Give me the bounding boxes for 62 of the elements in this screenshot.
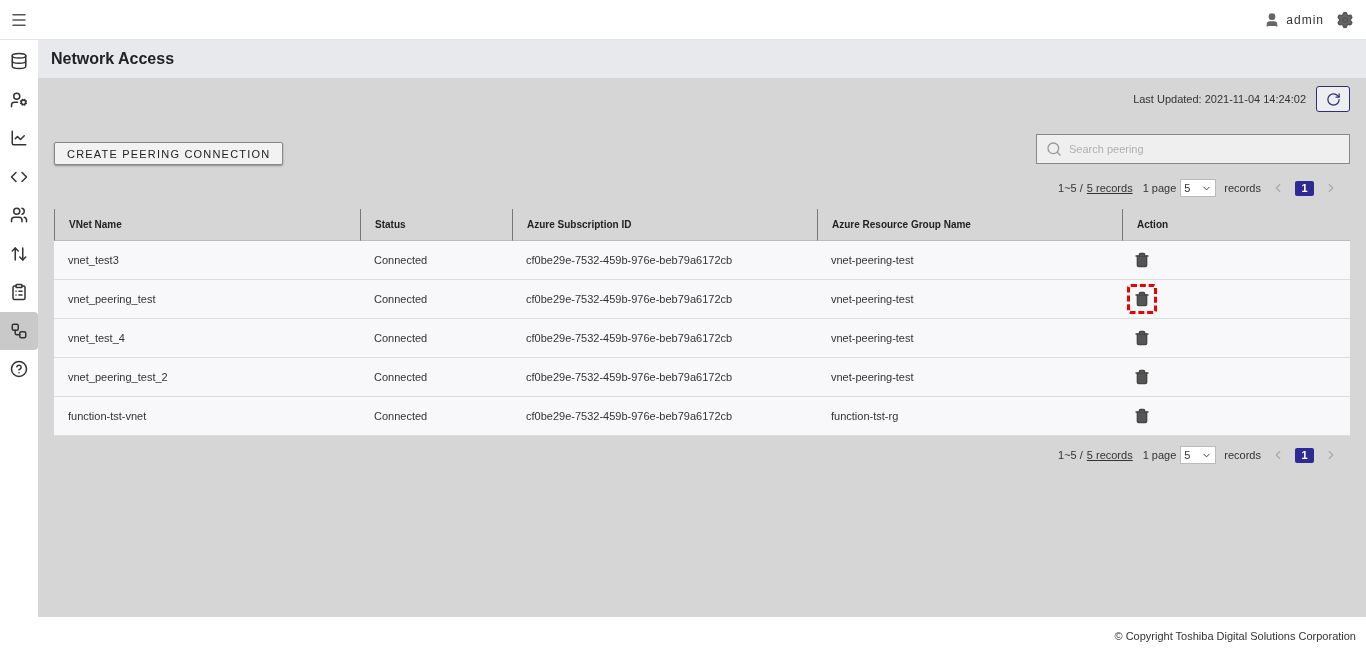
page-title: Network Access bbox=[51, 50, 175, 68]
table-cell: cf0be29e-7532-459b-976e-beb79a6172cb bbox=[512, 319, 817, 358]
table-cell: vnet_test_4 bbox=[54, 319, 360, 358]
user-gear-icon bbox=[10, 90, 28, 109]
table-cell: function-tst-vnet bbox=[54, 397, 360, 436]
column-header: Azure Resource Group Name bbox=[817, 209, 1122, 241]
table-cell: cf0be29e-7532-459b-976e-beb79a6172cb bbox=[512, 241, 817, 280]
column-header: Action bbox=[1122, 209, 1350, 241]
trash-icon bbox=[1134, 369, 1150, 385]
table-cell: Connected bbox=[360, 397, 512, 436]
column-header: Azure Subscription ID bbox=[512, 209, 817, 241]
create-peering-connection-button[interactable]: CREATE PEERING CONNECTION bbox=[54, 142, 284, 165]
table-cell: Connected bbox=[360, 319, 512, 358]
records-label: records bbox=[1224, 449, 1261, 461]
up-down-arrows-icon bbox=[10, 244, 28, 263]
refresh-button[interactable] bbox=[1316, 86, 1350, 112]
trash-icon bbox=[1134, 408, 1150, 424]
column-header: VNet Name bbox=[54, 209, 360, 241]
line-chart-icon bbox=[10, 129, 28, 148]
column-header: Status bbox=[360, 209, 512, 241]
settings-button[interactable] bbox=[1336, 10, 1354, 29]
workflow-icon bbox=[10, 321, 28, 340]
page-size-select[interactable]: 5 bbox=[1180, 446, 1217, 464]
records-label: records bbox=[1224, 182, 1261, 194]
table-cell: Connected bbox=[360, 358, 512, 397]
table-cell: cf0be29e-7532-459b-976e-beb79a6172cb bbox=[512, 358, 817, 397]
table-cell: vnet_test3 bbox=[54, 241, 360, 280]
help-icon bbox=[10, 360, 28, 379]
page-size-select[interactable]: 5 bbox=[1180, 179, 1217, 197]
page-number-button[interactable]: 1 bbox=[1295, 447, 1314, 463]
table-cell: cf0be29e-7532-459b-976e-beb79a6172cb bbox=[512, 280, 817, 319]
table-cell: vnet-peering-test bbox=[817, 358, 1122, 397]
user-name[interactable]: admin bbox=[1286, 12, 1324, 27]
search-field[interactable]: Search peering bbox=[1036, 133, 1350, 164]
settings-icon bbox=[1336, 10, 1354, 29]
table-cell: vnet-peering-test bbox=[817, 241, 1122, 280]
table-cell: Connected bbox=[360, 241, 512, 280]
trash-icon bbox=[1134, 330, 1150, 346]
search-icon bbox=[1046, 140, 1062, 157]
trash-icon bbox=[1134, 291, 1150, 307]
record-range: 1~5 / bbox=[1058, 449, 1083, 461]
records-link[interactable]: 5 records bbox=[1086, 449, 1133, 461]
table-cell: cf0be29e-7532-459b-976e-beb79a6172cb bbox=[512, 397, 817, 436]
sidebar-item[interactable] bbox=[0, 311, 38, 350]
page-label: 1 page bbox=[1142, 182, 1177, 194]
table-cell: vnet-peering-test bbox=[817, 280, 1122, 319]
table-cell: function-tst-rg bbox=[817, 397, 1122, 436]
table-cell: Connected bbox=[360, 280, 512, 319]
records-link[interactable]: 5 records bbox=[1086, 182, 1133, 194]
database-icon bbox=[10, 52, 28, 71]
refresh-icon bbox=[1325, 91, 1341, 107]
record-range: 1~5 / bbox=[1058, 182, 1083, 194]
table-cell: vnet-peering-test bbox=[817, 319, 1122, 358]
page-number-button[interactable]: 1 bbox=[1295, 180, 1314, 196]
trash-icon bbox=[1134, 252, 1150, 268]
table-cell: vnet_peering_test_2 bbox=[54, 358, 360, 397]
users-icon bbox=[10, 206, 28, 225]
page-label: 1 page bbox=[1142, 449, 1177, 461]
clipboard-icon bbox=[10, 283, 28, 302]
table-cell: vnet_peering_test bbox=[54, 280, 360, 319]
last-updated-text: Last Updated: 2021-11-04 14:24:02 bbox=[1133, 93, 1306, 105]
delete-button[interactable] bbox=[1127, 284, 1157, 314]
